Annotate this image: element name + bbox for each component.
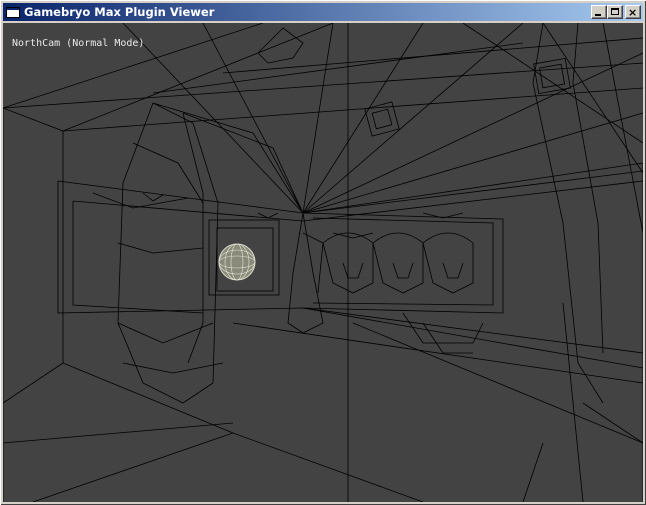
title-bar[interactable]: Gamebryo Max Plugin Viewer × <box>3 3 643 21</box>
close-button[interactable]: × <box>625 5 641 19</box>
wireframe-scene <box>3 23 643 502</box>
maximize-icon <box>611 8 619 15</box>
window-controls: × <box>591 5 641 19</box>
close-icon: × <box>628 6 638 19</box>
3d-viewport[interactable]: NorthCam (Normal Mode) <box>3 23 643 502</box>
window-title: Gamebryo Max Plugin Viewer <box>24 5 215 19</box>
camera-mode-label: NorthCam (Normal Mode) <box>12 38 145 49</box>
maximize-button[interactable] <box>607 5 623 19</box>
app-window: Gamebryo Max Plugin Viewer × NorthCam (N… <box>0 0 646 505</box>
app-window-icon[interactable] <box>6 6 20 18</box>
sphere-object <box>218 243 256 281</box>
minimize-button[interactable] <box>591 5 607 19</box>
minimize-icon <box>595 14 601 16</box>
